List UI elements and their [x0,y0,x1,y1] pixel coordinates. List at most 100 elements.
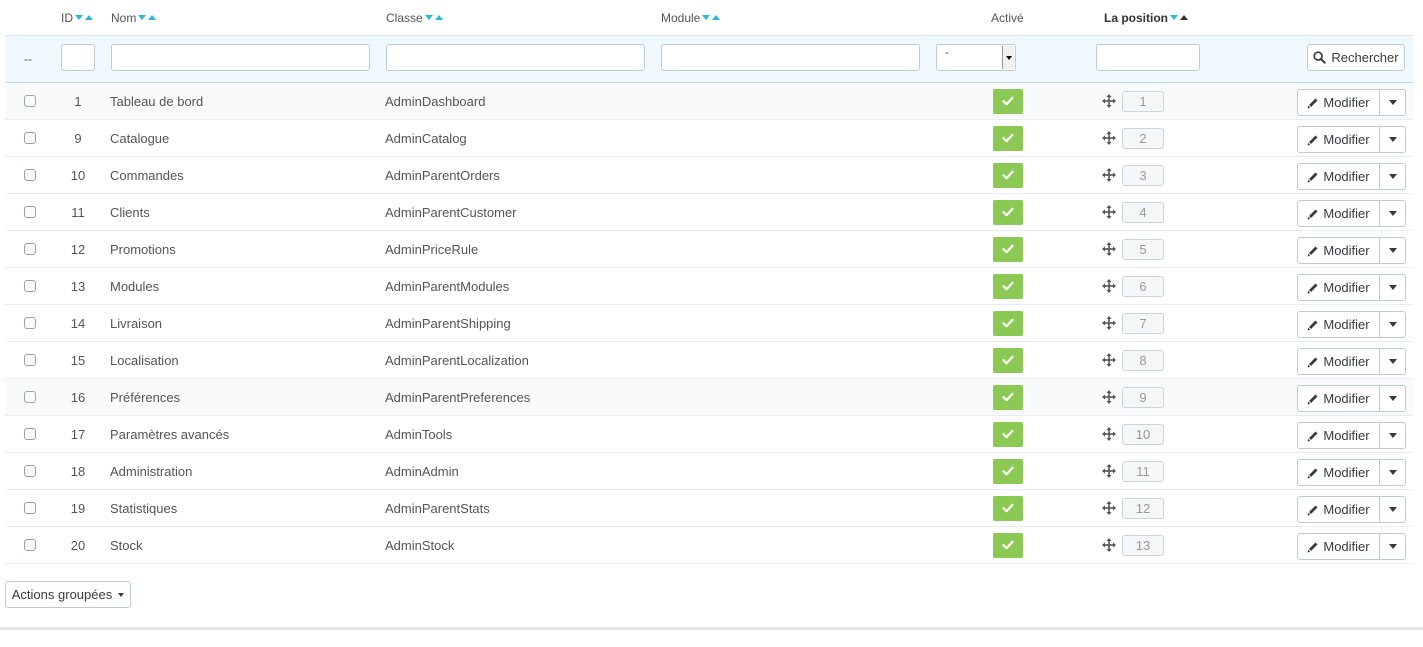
table-row: 10 Commandes AdminParentOrders 3 Modifie… [5,157,1413,194]
row-position: 4 [1102,194,1164,230]
move-arrows-icon[interactable] [1102,279,1116,293]
row-checkbox[interactable] [24,490,36,526]
row-actions-dropdown[interactable] [1379,459,1406,486]
header-position[interactable]: La position [1104,0,1188,35]
row-checkbox[interactable] [24,305,36,341]
row-actions-dropdown[interactable] [1379,385,1406,412]
row-nom: Modules [110,278,160,294]
edit-button[interactable]: Modifier [1297,237,1380,264]
row-actions-dropdown[interactable] [1379,496,1406,523]
row-actions-dropdown[interactable] [1379,311,1406,338]
edit-button[interactable]: Modifier [1297,348,1380,375]
edit-button[interactable]: Modifier [1297,533,1380,560]
move-arrows-icon[interactable] [1102,390,1116,404]
row-active-toggle[interactable] [993,194,1023,230]
row-active-toggle[interactable] [993,527,1023,563]
sort-arrows-icon[interactable] [424,15,443,20]
pencil-icon [1307,468,1318,478]
row-active-toggle[interactable] [993,157,1023,193]
row-active-toggle[interactable] [993,416,1023,452]
row-actions-dropdown[interactable] [1379,163,1406,190]
move-arrows-icon[interactable] [1102,316,1116,330]
filter-active-select[interactable]: - [936,44,1016,71]
row-active-toggle[interactable] [993,120,1023,156]
row-actions-dropdown[interactable] [1379,89,1406,116]
row-active-toggle[interactable] [993,83,1023,119]
row-checkbox[interactable] [24,231,36,267]
edit-button[interactable]: Modifier [1297,311,1380,338]
row-active-toggle[interactable] [993,490,1023,526]
edit-button[interactable]: Modifier [1297,200,1380,227]
move-arrows-icon[interactable] [1102,205,1116,219]
move-arrows-icon[interactable] [1102,131,1116,145]
edit-button[interactable]: Modifier [1297,89,1380,116]
filter-nom-input[interactable] [111,44,370,71]
move-arrows-icon[interactable] [1102,94,1116,108]
edit-button[interactable]: Modifier [1297,274,1380,301]
sort-arrows-icon[interactable] [702,15,721,20]
row-checkbox[interactable] [24,453,36,489]
move-arrows-icon[interactable] [1102,353,1116,367]
move-arrows-icon[interactable] [1102,464,1116,478]
edit-button[interactable]: Modifier [1297,459,1380,486]
header-id[interactable]: ID [61,0,93,35]
filter-id-input[interactable] [61,44,95,71]
row-actions-dropdown[interactable] [1379,348,1406,375]
row-checkbox[interactable] [24,416,36,452]
row-active-toggle[interactable] [993,268,1023,304]
move-arrows-icon[interactable] [1102,242,1116,256]
caret-down-icon [1388,174,1397,179]
row-active-toggle[interactable] [993,305,1023,341]
edit-button[interactable]: Modifier [1297,163,1380,190]
row-actions-dropdown[interactable] [1379,533,1406,560]
chevron-down-icon[interactable] [1002,46,1014,69]
header-classe[interactable]: Classe [386,0,443,35]
header-nom[interactable]: Nom [111,0,157,35]
sort-arrows-icon[interactable] [138,15,157,20]
move-arrows-icon[interactable] [1102,538,1116,552]
row-checkbox[interactable] [24,194,36,230]
row-active-toggle[interactable] [993,342,1023,378]
edit-button[interactable]: Modifier [1297,496,1380,523]
check-icon [1002,96,1014,106]
move-arrows-icon[interactable] [1102,501,1116,515]
row-checkbox[interactable] [24,379,36,415]
row-checkbox[interactable] [24,342,36,378]
move-arrows-icon[interactable] [1102,168,1116,182]
row-checkbox[interactable] [24,268,36,304]
row-active-toggle[interactable] [993,379,1023,415]
row-classe: AdminAdmin [385,463,459,479]
row-checkbox[interactable] [24,157,36,193]
row-actions-dropdown[interactable] [1379,200,1406,227]
row-actions-dropdown[interactable] [1379,422,1406,449]
filter-position-input[interactable] [1096,44,1200,71]
row-checkbox[interactable] [24,527,36,563]
edit-button[interactable]: Modifier [1297,126,1380,153]
row-classe: AdminParentOrders [385,167,500,183]
row-id: 10 [70,167,86,183]
check-icon [1002,207,1014,217]
row-checkbox[interactable] [24,83,36,119]
check-icon [1002,429,1014,439]
sort-arrows-icon[interactable] [75,15,93,20]
row-classe: AdminParentPreferences [385,389,531,405]
position-value: 12 [1122,497,1164,519]
bulk-actions-button[interactable]: Actions groupées [5,581,131,608]
position-value: 9 [1122,386,1164,408]
row-actions-dropdown[interactable] [1379,237,1406,264]
row-actions-dropdown[interactable] [1379,126,1406,153]
row-active-toggle[interactable] [993,231,1023,267]
edit-button[interactable]: Modifier [1297,422,1380,449]
row-checkbox[interactable] [24,120,36,156]
move-arrows-icon[interactable] [1102,427,1116,441]
filter-module-input[interactable] [661,44,920,71]
search-button[interactable]: Rechercher [1307,44,1405,71]
sort-arrows-icon[interactable] [1170,15,1188,20]
filter-classe-input[interactable] [386,44,645,71]
row-actions-dropdown[interactable] [1379,274,1406,301]
edit-button[interactable]: Modifier [1297,385,1380,412]
caret-down-icon [1388,322,1397,327]
header-module[interactable]: Module [661,0,721,35]
row-id: 18 [70,463,86,479]
row-active-toggle[interactable] [993,453,1023,489]
